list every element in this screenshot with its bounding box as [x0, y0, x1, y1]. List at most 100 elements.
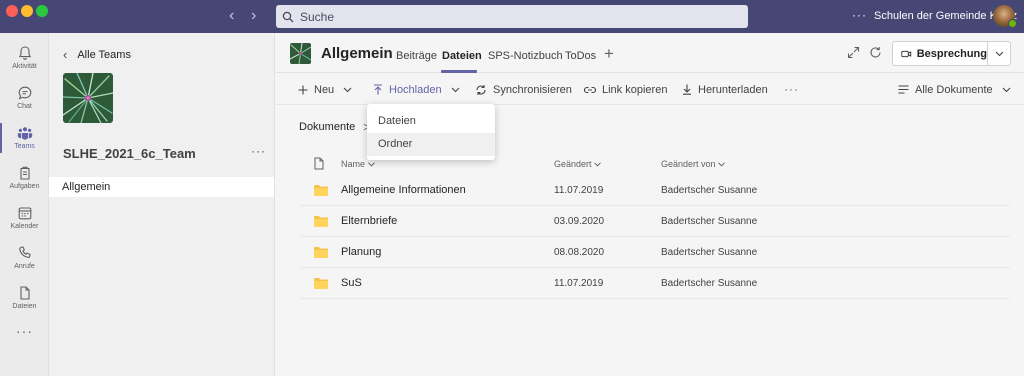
download-button[interactable]: Herunterladen: [682, 74, 768, 105]
menu-item-upload-folder[interactable]: Ordner: [367, 133, 495, 156]
file-name[interactable]: Planung: [341, 246, 381, 258]
link-icon: [584, 86, 596, 93]
folder-icon: [314, 278, 328, 289]
tab-sps-notizbuch[interactable]: SPS-Notizbuch: [488, 50, 563, 62]
table-row[interactable]: Planung 08.08.2020 Badertscher Susanne: [300, 237, 1010, 268]
rail-label-calendar: Kalender: [10, 223, 39, 230]
chat-icon: [18, 86, 31, 100]
phone-icon: [18, 246, 31, 258]
breadcrumb-root[interactable]: Dokumente: [299, 121, 355, 133]
file-name[interactable]: Allgemeine Informationen: [341, 184, 466, 196]
file-modified-by: Badertscher Susanne: [661, 247, 758, 258]
add-tab-button[interactable]: +: [604, 45, 614, 62]
rail-label-files: Dateien: [12, 303, 37, 310]
meeting-button[interactable]: Besprechung: [893, 42, 987, 65]
file-type-icon: [314, 157, 324, 170]
chevron-down-icon: [343, 87, 352, 92]
more-apps-icon[interactable]: ···: [0, 323, 49, 339]
back-label: Alle Teams: [77, 48, 131, 61]
rail-item-calls[interactable]: Anrufe: [0, 239, 49, 279]
sync-label: Synchronisieren: [493, 83, 572, 96]
sync-icon: [476, 84, 486, 95]
rail-item-files[interactable]: Dateien: [0, 279, 49, 319]
chevron-down-icon: [995, 51, 1004, 56]
column-modified[interactable]: Geändert: [554, 159, 601, 169]
channel-title: Allgemein: [321, 45, 393, 62]
chevron-down-icon: [594, 162, 601, 167]
rail-item-assignments[interactable]: Aufgaben: [0, 159, 49, 199]
new-button[interactable]: Neu: [298, 74, 358, 105]
rail-label-calls: Anrufe: [14, 263, 35, 270]
copy-link-label: Link kopieren: [602, 83, 668, 96]
expand-icon[interactable]: [847, 46, 860, 59]
download-icon: [683, 84, 691, 95]
breadcrumb: Dokumente >: [299, 120, 370, 134]
forward-arrow-icon[interactable]: ›: [251, 8, 256, 24]
view-selector[interactable]: Alle Dokumente: [898, 74, 1017, 105]
channel-item-allgemein[interactable]: Allgemein: [49, 177, 274, 197]
folder-icon: [314, 247, 328, 258]
video-camera-icon: [901, 50, 912, 57]
back-arrow-icon[interactable]: ‹: [229, 8, 234, 24]
search-placeholder: Suche: [300, 9, 335, 24]
channel-header: Allgemein Beiträge Dateien SPS-Notizbuch…: [276, 33, 1024, 73]
new-label: Neu: [314, 83, 335, 96]
plus-icon: [298, 85, 308, 94]
tab-dateien[interactable]: Dateien: [442, 50, 482, 62]
upload-label: Hochladen: [389, 83, 442, 96]
channel-avatar: [290, 43, 311, 64]
files-toolbar: Neu Hochladen Synchronisieren Link kopie…: [276, 74, 1024, 105]
close-window-button[interactable]: [6, 5, 18, 17]
column-name[interactable]: Name: [341, 159, 375, 169]
toolbar-more-icon[interactable]: ···: [784, 82, 799, 96]
teams-icon: [17, 127, 32, 140]
team-name: SLHE_2021_6c_Team: [63, 146, 196, 161]
file-modified: 03.09.2020: [554, 216, 605, 227]
team-image[interactable]: [63, 73, 113, 123]
menu-item-upload-files[interactable]: Dateien: [367, 110, 495, 133]
maximize-window-button[interactable]: [36, 5, 48, 17]
column-name-label: Name: [341, 159, 366, 169]
file-name[interactable]: Elternbriefe: [341, 215, 397, 227]
column-modified-by[interactable]: Geändert von: [661, 159, 725, 169]
meeting-options-button[interactable]: [988, 42, 1011, 65]
column-modified-by-label: Geändert von: [661, 159, 716, 169]
copy-link-button[interactable]: Link kopieren: [584, 74, 667, 105]
file-modified-by: Badertscher Susanne: [661, 185, 758, 196]
file-name[interactable]: SuS: [341, 277, 362, 289]
file-modified: 11.07.2019: [554, 185, 604, 196]
more-options-icon[interactable]: ···: [852, 9, 867, 21]
search-icon: [282, 11, 294, 22]
rail-item-teams[interactable]: Teams: [0, 119, 49, 159]
file-modified-by: Badertscher Susanne: [661, 216, 758, 227]
team-panel: ‹ Alle Teams SLHE_2021_6c_Team ··· Allge…: [49, 33, 275, 376]
column-modified-label: Geändert: [554, 159, 592, 169]
tab-beitraege[interactable]: Beiträge: [396, 50, 437, 62]
rail-label-chat: Chat: [17, 103, 32, 110]
rail-label-assignments: Aufgaben: [9, 183, 40, 190]
sync-button[interactable]: Synchronisieren: [475, 74, 572, 105]
active-tab-indicator: [441, 70, 477, 73]
main-area: Allgemein Beiträge Dateien SPS-Notizbuch…: [276, 33, 1024, 376]
team-more-options-icon[interactable]: ···: [251, 144, 266, 158]
rail-item-chat[interactable]: Chat: [0, 79, 49, 119]
refresh-icon[interactable]: [869, 46, 882, 59]
calendar-icon: [18, 207, 31, 220]
rail-item-calendar[interactable]: Kalender: [0, 199, 49, 239]
folder-icon: [314, 185, 328, 196]
rail-label-teams: Teams: [14, 143, 35, 150]
list-view-icon: [898, 85, 909, 94]
rail-item-activity[interactable]: Aktivität: [0, 39, 49, 79]
presence-status-icon: [1008, 19, 1017, 28]
table-row[interactable]: Allgemeine Informationen 11.07.2019 Bade…: [300, 175, 1010, 206]
tab-todos[interactable]: ToDos: [565, 50, 596, 62]
upload-icon: [374, 84, 382, 95]
table-row[interactable]: Elternbriefe 03.09.2020 Badertscher Susa…: [300, 206, 1010, 237]
minimize-window-button[interactable]: [21, 5, 33, 17]
upload-button[interactable]: Hochladen: [373, 74, 466, 105]
search-input[interactable]: Suche: [276, 5, 748, 28]
upload-menu: Dateien Ordner: [367, 104, 495, 160]
rail-label-activity: Aktivität: [12, 63, 37, 70]
back-to-all-teams[interactable]: ‹ Alle Teams: [63, 47, 131, 62]
table-row[interactable]: SuS 11.07.2019 Badertscher Susanne: [300, 268, 1010, 299]
